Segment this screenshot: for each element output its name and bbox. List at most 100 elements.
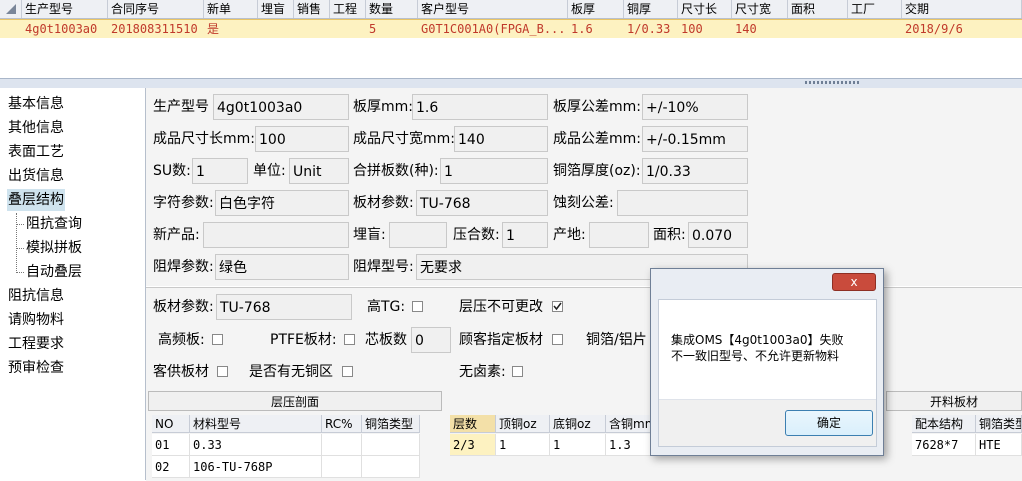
su-count-field[interactable]: 1 [192, 158, 248, 184]
grid-header: 生产型号 合同序号 新单 埋盲 销售 工程 数量 客户型号 板厚 铜厚 尺寸长 … [0, 0, 1022, 19]
label-etch-tol: 蚀刻公差: [553, 195, 614, 211]
col-header-copper[interactable]: 铜厚 [624, 0, 678, 18]
cust-board-checkbox[interactable] [552, 334, 563, 345]
high-freq-checkbox[interactable] [212, 334, 223, 345]
no-copper-checkbox[interactable] [342, 366, 353, 377]
tree-branch [16, 272, 24, 273]
copper-oz-field[interactable]: 1/0.33 [642, 158, 748, 184]
layer-cell[interactable]: 1 [550, 434, 606, 456]
sidebar-item-stackup[interactable]: 叠层结构 [7, 189, 65, 211]
col-header-thickness[interactable]: 板厚 [568, 0, 624, 18]
col-header-contract-no[interactable]: 合同序号 [108, 0, 204, 18]
col-header-due-date[interactable]: 交期 [902, 0, 1022, 18]
col-header-engineering[interactable]: 工程 [330, 0, 366, 18]
col-header-sales[interactable]: 销售 [294, 0, 330, 18]
layer-cell[interactable]: 1 [496, 434, 550, 456]
sidebar-item-precheck[interactable]: 预审检查 [7, 357, 65, 379]
board-param-field[interactable]: TU-768 [416, 190, 548, 216]
press-count-field[interactable]: 1 [502, 222, 548, 248]
finished-len-field[interactable]: 100 [255, 126, 349, 152]
sidebar-item-auto-stack[interactable]: 自动叠层 [26, 261, 82, 283]
stack-cell[interactable] [362, 434, 420, 456]
cut-cell[interactable]: 7628*7 [912, 434, 976, 456]
cut-table-title: 开料板材 [886, 391, 1022, 411]
label-panel-types: 合拼板数(种): [353, 163, 439, 179]
label-core-count: 芯板数 [365, 332, 407, 348]
stack-cell[interactable] [322, 456, 362, 478]
label-finished-len: 成品尺寸长mm: [153, 131, 255, 147]
layer-cell[interactable]: 2/3 [450, 434, 496, 456]
stack-cell[interactable]: 0.33 [190, 434, 322, 456]
cell-factory [848, 20, 902, 38]
thickness-field[interactable]: 1.6 [412, 94, 548, 120]
layer-col-bottom[interactable]: 底铜oz [550, 415, 606, 433]
new-product-field[interactable] [203, 222, 349, 248]
layer-col-copper-mm[interactable]: 含铜mm [606, 415, 652, 433]
board-param-field-2[interactable]: TU-768 [216, 294, 352, 320]
ptfe-checkbox[interactable] [344, 334, 355, 345]
sidebar-item-surface[interactable]: 表面工艺 [7, 141, 65, 163]
stack-cell[interactable]: 02 [152, 456, 190, 478]
char-param-field[interactable]: 白色字符 [215, 190, 349, 216]
col-header-factory[interactable]: 工厂 [848, 0, 902, 18]
cell-engineering [330, 20, 366, 38]
origin-field[interactable] [589, 222, 649, 248]
sidebar-item-impedance-info[interactable]: 阻抗信息 [7, 285, 65, 307]
stack-cell[interactable] [362, 456, 420, 478]
high-tg-checkbox[interactable] [412, 301, 423, 312]
thickness-tol-field[interactable]: +/-10% [642, 94, 748, 120]
cell-quantity: 5 [369, 22, 377, 36]
unit-field[interactable]: Unit [289, 158, 349, 184]
col-header-production-model[interactable]: 生产型号 [22, 0, 108, 18]
no-change-checkbox[interactable] [552, 301, 563, 312]
layer-col-count[interactable]: 层数 [450, 415, 496, 433]
col-header-quantity[interactable]: 数量 [366, 0, 418, 18]
core-count-field[interactable]: 0 [411, 327, 451, 353]
cust-supply-checkbox[interactable] [217, 366, 228, 377]
etch-tol-field[interactable] [617, 190, 748, 216]
sidebar-item-purchase[interactable]: 请购物料 [7, 309, 65, 331]
stack-cell[interactable] [322, 434, 362, 456]
buried-blind-field[interactable] [389, 222, 447, 248]
col-header-area[interactable]: 面积 [788, 0, 848, 18]
col-header-customer-model[interactable]: 客户型号 [418, 0, 568, 18]
label-solder-model: 阻焊型号: [353, 259, 414, 275]
col-header-new-order[interactable]: 新单 [204, 0, 258, 18]
halogen-free-checkbox[interactable] [512, 366, 523, 377]
close-button[interactable]: x [832, 273, 876, 291]
sidebar-item-other-info[interactable]: 其他信息 [7, 117, 65, 139]
production-model-field[interactable]: 4g0t1003a0 [213, 94, 349, 120]
area-field[interactable]: 0.070 [688, 222, 748, 248]
finished-wid-field[interactable]: 140 [454, 126, 548, 152]
grip-icon [805, 81, 861, 84]
table-row[interactable]: 4g0t1003a0 201808311510 是 5 G0T1C001A0(F… [0, 19, 1022, 39]
label-buried-blind: 埋盲: [353, 227, 386, 243]
ok-button[interactable]: 确定 [785, 410, 873, 436]
col-header-width[interactable]: 尺寸宽 [732, 0, 788, 18]
stack-col-copper-type[interactable]: 铜箔类型 [362, 415, 420, 433]
col-header-buried[interactable]: 埋盲 [258, 0, 294, 18]
sidebar-item-panel-sim[interactable]: 模拟拼板 [26, 237, 82, 259]
panel-types-field[interactable]: 1 [440, 158, 548, 184]
sidebar-item-impedance-query[interactable]: 阻抗查询 [26, 213, 82, 235]
stack-col-rc[interactable]: RC% [322, 415, 362, 433]
layer-cell[interactable]: 1.3 [606, 434, 652, 456]
grid-corner[interactable] [0, 0, 22, 18]
cut-col-copper-type[interactable]: 铜箔类型 [976, 415, 1022, 433]
cut-cell[interactable]: HTE [976, 434, 1022, 456]
stack-col-material[interactable]: 材料型号 [190, 415, 322, 433]
label-high-tg: 高TG: [367, 299, 406, 315]
sidebar-item-shipping[interactable]: 出货信息 [7, 165, 65, 187]
finished-tol-field[interactable]: +/-0.15mm [642, 126, 748, 152]
layer-col-top[interactable]: 顶铜oz [496, 415, 550, 433]
solder-param-field[interactable]: 绿色 [215, 254, 349, 280]
stack-cell[interactable]: 106-TU-768P [190, 456, 322, 478]
sidebar-item-eng-req[interactable]: 工程要求 [7, 333, 65, 355]
label-new-product: 新产品: [153, 227, 200, 243]
sidebar-item-basic-info[interactable]: 基本信息 [7, 93, 65, 115]
cut-col-structure[interactable]: 配本结构 [912, 415, 976, 433]
stack-cell[interactable]: 01 [152, 434, 190, 456]
label-copper-oz: 铜箔厚度(oz): [553, 163, 641, 179]
col-header-length[interactable]: 尺寸长 [678, 0, 732, 18]
stack-col-no[interactable]: NO [152, 415, 190, 433]
